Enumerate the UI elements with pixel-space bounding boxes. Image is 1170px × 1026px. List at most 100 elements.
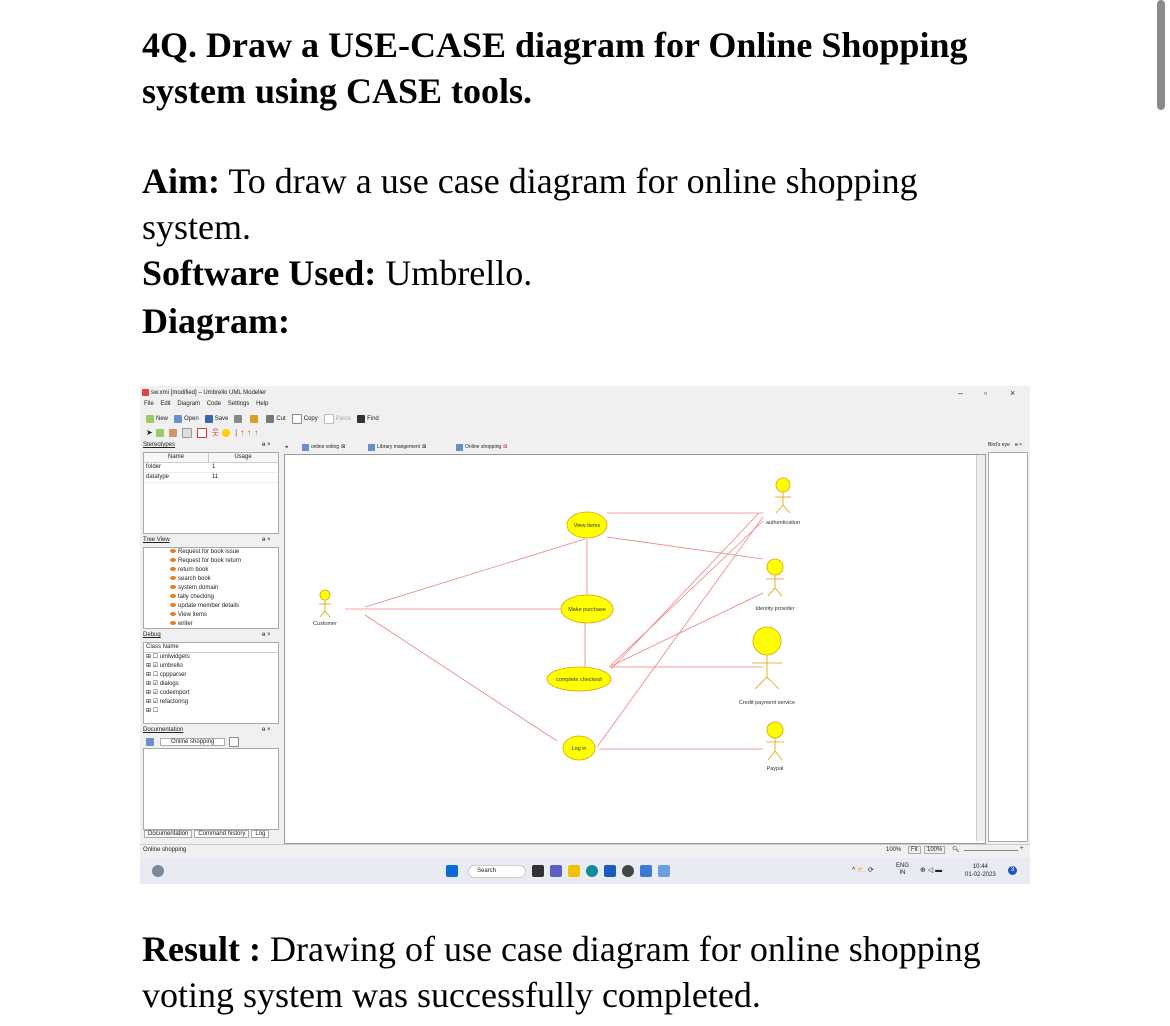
debug-item[interactable]: ⊞ ☐ cppparser xyxy=(146,671,278,680)
diagram-canvas[interactable]: View items Make purchase complete checko… xyxy=(284,454,986,844)
actor-credit-payment-service[interactable] xyxy=(752,626,782,690)
checked-checkbox-icon[interactable]: ⊞ ☑ xyxy=(146,699,160,705)
page-scrollbar[interactable] xyxy=(1157,0,1165,110)
print-button[interactable] xyxy=(234,415,244,423)
tab-close-icon[interactable]: ⊠ xyxy=(341,444,345,450)
clock[interactable]: 10:44 01-02-2023 xyxy=(965,863,996,879)
tab-online-shopping[interactable]: Online shopping ⊠ xyxy=(456,442,507,452)
weather-icon[interactable] xyxy=(152,865,164,877)
birds-eye-close-icon[interactable]: ɵ × xyxy=(1015,442,1022,448)
debug-close-icon[interactable]: ɵ × xyxy=(262,632,271,638)
file-explorer-icon[interactable] xyxy=(568,865,580,877)
col-name-header[interactable]: Name xyxy=(144,453,209,462)
debug-item[interactable]: ⊞ ☑ umbrello xyxy=(146,662,278,671)
chat-icon[interactable] xyxy=(550,865,562,877)
zoom-slider[interactable] xyxy=(964,850,1018,851)
zoom-out-icon[interactable]: 🔍︎ xyxy=(952,846,960,853)
menu-edit[interactable]: Edit xyxy=(160,401,170,407)
birds-eye-view[interactable] xyxy=(988,452,1028,842)
paste-button[interactable]: Paste xyxy=(323,414,351,424)
language-indicator[interactable]: ENG IN xyxy=(896,863,909,877)
association-icon[interactable]: | xyxy=(235,428,237,437)
table-row[interactable]: folder 1 xyxy=(144,463,278,473)
taskbar-search[interactable]: Search xyxy=(468,865,526,878)
checked-checkbox-icon[interactable]: ⊞ ☑ xyxy=(146,663,160,669)
actor-authentication[interactable] xyxy=(775,477,791,514)
class-name-header[interactable]: Class Name xyxy=(144,643,278,653)
tray-chevron-icon[interactable]: ^ ⛅ ⟳ xyxy=(852,866,874,874)
edge-icon[interactable] xyxy=(586,865,598,877)
tab-library-mangement[interactable]: Library mangement ⊠ xyxy=(368,442,426,452)
actor-paypal[interactable] xyxy=(766,721,784,761)
actor-tool-icon[interactable]: 웃 xyxy=(212,427,219,438)
save-button[interactable]: Save xyxy=(204,415,228,423)
tree-item[interactable]: tally checking xyxy=(170,593,278,602)
system-tray-icons[interactable]: ⊕ ◁ ▬ xyxy=(920,866,942,874)
tree-item[interactable]: system domain xyxy=(170,584,278,593)
dependency-icon[interactable]: ↑ xyxy=(247,428,251,437)
fit-button[interactable]: Fit xyxy=(908,846,921,854)
tree-item[interactable]: writer xyxy=(170,620,278,628)
tab-close-icon[interactable]: ⊠ xyxy=(503,444,507,450)
documentation-text[interactable] xyxy=(143,748,279,830)
use-case-tool-icon[interactable] xyxy=(222,428,231,437)
tab-log[interactable]: Log xyxy=(251,830,270,838)
store-icon[interactable] xyxy=(604,865,616,877)
tabs-scroll-icon[interactable]: ◂ xyxy=(285,442,288,452)
tree-item[interactable]: Request for book issue xyxy=(170,548,278,557)
debug-item[interactable]: ⊞ ☑ refactoring xyxy=(146,698,278,707)
notification-badge[interactable]: 3 xyxy=(1008,866,1017,875)
tree-item[interactable]: return book xyxy=(170,566,278,575)
actor-identity-provider[interactable] xyxy=(766,558,784,597)
checkbox-icon[interactable]: ⊞ ☐ xyxy=(146,672,160,678)
network-app-icon[interactable] xyxy=(658,865,670,877)
documentation-checkbox[interactable] xyxy=(229,737,240,747)
windows-start-icon[interactable] xyxy=(446,865,458,877)
menu-file[interactable]: File xyxy=(144,401,154,407)
col-usage-header[interactable]: Usage xyxy=(209,453,277,462)
actor-customer[interactable] xyxy=(319,589,331,618)
open-button[interactable]: Open xyxy=(174,415,199,423)
close-icon[interactable]: × xyxy=(1010,388,1015,398)
dell-icon[interactable] xyxy=(622,865,634,877)
tree-item[interactable]: View items xyxy=(170,611,278,620)
note-icon[interactable] xyxy=(181,427,192,438)
menu-diagram[interactable]: Diagram xyxy=(177,401,200,407)
tab-command-history[interactable]: Command history xyxy=(194,830,250,838)
tab-online-voting[interactable]: online voting ⊠ xyxy=(302,442,345,452)
debug-item[interactable]: ⊞ ☐ umlwidgets xyxy=(146,653,278,662)
checked-checkbox-icon[interactable]: ⊞ ☑ xyxy=(146,690,160,696)
zoom-button[interactable]: 100% xyxy=(924,846,946,854)
debug-item[interactable]: ⊞ ☑ codeimport xyxy=(146,689,278,698)
tree-item[interactable]: search book xyxy=(170,575,278,584)
debug-item[interactable]: ⊞ ☐ xyxy=(146,707,278,716)
stereotypes-close-icon[interactable]: ɵ × xyxy=(262,442,271,448)
table-row[interactable]: datatype 11 xyxy=(144,473,278,483)
new-button[interactable]: New xyxy=(146,415,168,423)
box-icon[interactable] xyxy=(196,427,207,438)
checked-checkbox-icon[interactable]: ⊞ ☑ xyxy=(146,681,160,687)
minimize-icon[interactable]: – xyxy=(958,388,963,398)
cut-button[interactable]: Cut xyxy=(266,415,286,423)
checkbox-icon[interactable]: ⊞ ☐ xyxy=(146,708,158,714)
tree-item[interactable]: update member details xyxy=(170,602,278,611)
documentation-close-icon[interactable]: ɵ × xyxy=(262,727,271,733)
tab-close-icon[interactable]: ⊠ xyxy=(422,444,426,450)
generalization-icon[interactable]: ↑ xyxy=(240,428,244,437)
canvas-scrollbar[interactable] xyxy=(976,455,985,841)
menu-code[interactable]: Code xyxy=(207,401,221,407)
menu-settings[interactable]: Settings xyxy=(228,401,250,407)
zoom-in-icon[interactable]: + xyxy=(1020,846,1024,852)
find-button[interactable]: Find xyxy=(357,415,379,423)
select-arrow-icon[interactable]: ➤ xyxy=(146,428,153,437)
anchor-icon[interactable]: ↑ xyxy=(254,428,258,437)
checkbox-icon[interactable]: ⊞ ☐ xyxy=(146,654,160,660)
restore-icon[interactable]: ▫ xyxy=(984,388,987,398)
task-view-icon[interactable] xyxy=(532,865,544,877)
debug-item[interactable]: ⊞ ☑ dialogs xyxy=(146,680,278,689)
undo-button[interactable] xyxy=(250,415,260,423)
tree-item[interactable]: Request for book return xyxy=(170,557,278,566)
tree-view-close-icon[interactable]: ɵ × xyxy=(262,537,271,543)
menu-help[interactable]: Help xyxy=(256,401,268,407)
tab-documentation[interactable]: Documentation xyxy=(144,830,193,838)
